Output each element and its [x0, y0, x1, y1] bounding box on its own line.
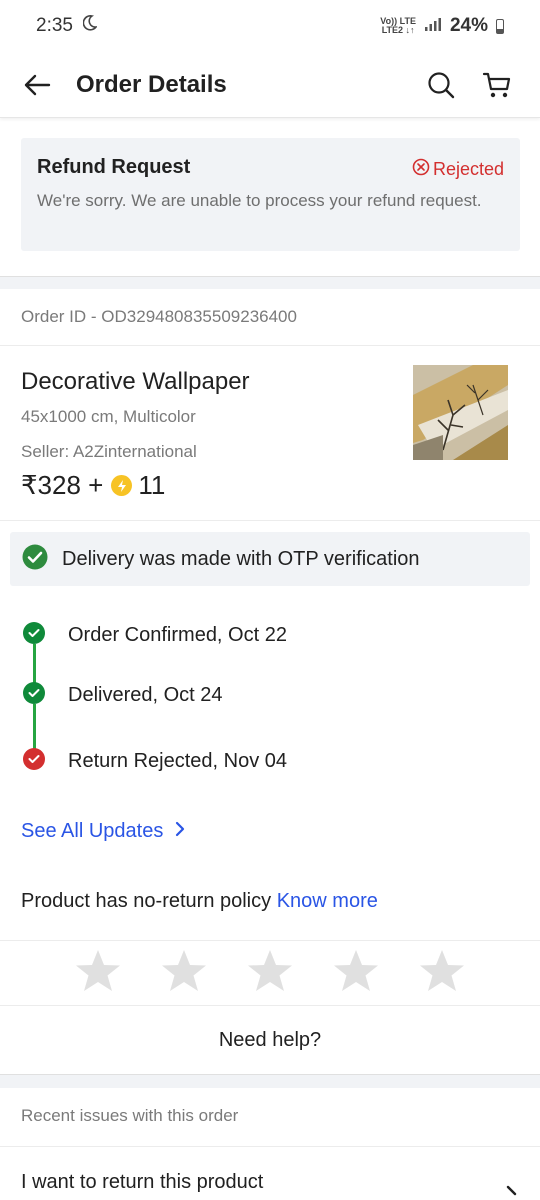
timeline-step-label: Delivered, Oct 24 [68, 684, 223, 706]
return-product-label: I want to return this product [21, 1171, 264, 1193]
refund-status-badge: Rejected [412, 158, 504, 181]
timeline-rejected-icon [23, 748, 45, 770]
otp-verification-banner: Delivery was made with OTP verification [10, 532, 530, 586]
battery-percent: 24% [449, 15, 488, 36]
product-price: ₹328 + 11 [21, 470, 165, 501]
see-all-updates-label: See All Updates [21, 820, 164, 842]
section-divider [0, 276, 540, 289]
moon-icon [82, 15, 98, 37]
star-icon[interactable] [75, 949, 121, 998]
return-product-item[interactable]: I want to return this product [0, 1146, 540, 1200]
signal-icon [424, 15, 442, 37]
timeline-check-icon [23, 682, 45, 704]
cart-icon[interactable] [482, 70, 512, 100]
star-icon[interactable] [161, 949, 207, 998]
order-id: Order ID - OD329480835509236400 [21, 307, 297, 326]
chevron-right-icon [175, 820, 185, 843]
product-name[interactable]: Decorative Wallpaper [21, 368, 250, 396]
product-variant: 45x1000 cm, Multicolor [21, 407, 196, 426]
page-title: Order Details [76, 70, 227, 98]
app-header: Order Details [0, 52, 540, 118]
coin-count: 11 [138, 470, 166, 500]
star-icon[interactable] [247, 949, 293, 998]
battery-icon [496, 18, 504, 34]
divider [0, 520, 540, 521]
timeline-step-label: Return Rejected, Nov 04 [68, 750, 288, 772]
check-circle-icon [22, 544, 48, 575]
back-arrow-icon[interactable] [22, 70, 52, 100]
timeline-step-label: Order Confirmed, Oct 22 [68, 624, 287, 646]
policy-label: Product has no-return policy [21, 890, 272, 912]
chevron-right-icon [506, 1185, 518, 1200]
divider [0, 345, 540, 346]
rejected-x-icon [412, 158, 430, 181]
need-help-button[interactable]: Need help? [0, 1007, 540, 1073]
timeline-connector [33, 704, 36, 752]
refund-status-text: Rejected [432, 159, 504, 179]
see-all-updates-link[interactable]: See All Updates [21, 820, 185, 843]
supercoin-icon [111, 475, 133, 496]
status-bar: 2:35 Vo)) LTE LTE2 ↓↑ 24% [0, 0, 540, 52]
refund-message: We're sorry. We are unable to process yo… [37, 191, 482, 210]
rating-stars [0, 940, 540, 1006]
section-divider [0, 1074, 540, 1088]
return-policy-text: Product has no-return policy Know more [21, 890, 378, 913]
status-time: 2:35 [36, 15, 73, 36]
otp-message: Delivery was made with OTP verification [62, 547, 420, 570]
know-more-link[interactable]: Know more [277, 890, 378, 912]
refund-request-card: Refund Request Rejected We're sorry. We … [21, 138, 520, 251]
product-seller: Seller: A2Zinternational [21, 442, 197, 461]
order-timeline: Order Confirmed, Oct 22 Delivered, Oct 2… [22, 620, 522, 790]
timeline-check-icon [23, 622, 45, 644]
price-text: ₹328 + [21, 470, 104, 500]
search-icon[interactable] [426, 70, 456, 100]
star-icon[interactable] [333, 949, 379, 998]
product-image[interactable] [413, 365, 508, 460]
star-icon[interactable] [419, 949, 465, 998]
recent-issues-heading: Recent issues with this order [21, 1106, 239, 1125]
network-indicator: Vo)) LTE LTE2 ↓↑ [380, 16, 416, 35]
